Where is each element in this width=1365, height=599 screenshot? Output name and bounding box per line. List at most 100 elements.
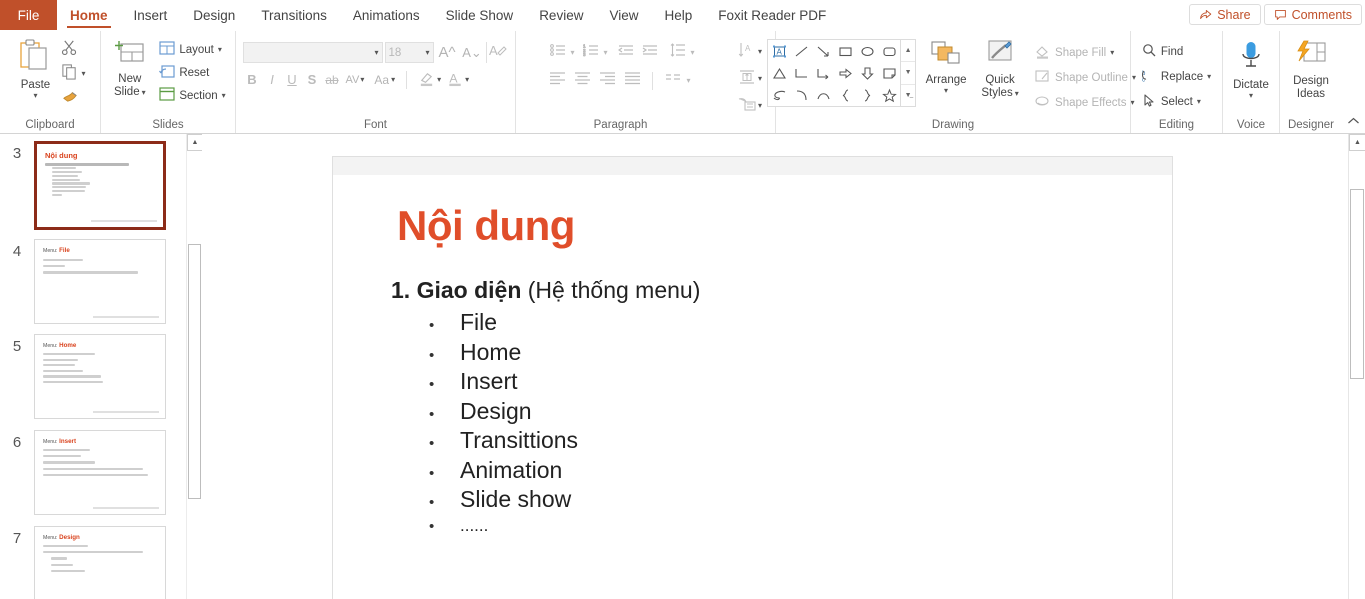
slide-heading[interactable]: 1. Giao diện (Hệ thống menu) [391,277,700,304]
slide-thumbnail-4[interactable]: 4 Menu: File [0,239,186,324]
new-slide-button[interactable]: New Slide ▾ [107,38,152,101]
underline-button[interactable]: U [283,72,302,87]
copy-button[interactable] [58,63,81,84]
paste-button[interactable]: Paste ▾ [14,37,56,101]
tab-slide-show[interactable]: Slide Show [433,0,527,30]
tab-review[interactable]: Review [526,0,596,30]
shape-down-arrow[interactable] [856,62,878,84]
section-button[interactable]: Section ▾ [156,85,228,106]
slide-thumbnail-4-canvas[interactable]: Menu: File [34,239,166,324]
justify-button[interactable] [621,70,644,91]
tab-insert[interactable]: Insert [121,0,181,30]
shape-right-arrow[interactable] [834,62,856,84]
font-name-input[interactable]: ▾ [242,42,383,63]
slide-title[interactable]: Nội dung [397,202,575,250]
line-spacing-button[interactable] [667,42,690,63]
chevron-down-icon[interactable]: ▾ [33,92,37,100]
shape-rounded-rectangle[interactable] [878,40,900,62]
thumbnail-pane-scrollbar[interactable]: ▲ [186,134,203,599]
chevron-down-icon[interactable]: ▾ [691,49,695,57]
change-case-button[interactable]: Aa ▾ [371,69,398,90]
tab-transitions[interactable]: Transitions [248,0,340,30]
shape-outline-button[interactable]: Shape Outline ▾ [1031,67,1139,88]
shape-line[interactable] [790,40,812,62]
increase-indent-button[interactable] [639,42,662,63]
italic-button[interactable]: I [263,72,282,87]
bullets-button[interactable] [546,42,569,63]
slide-thumbnail-5[interactable]: 5 Menu: Home [0,334,186,419]
shape-arc[interactable] [812,84,834,106]
chevron-down-icon[interactable]: ▾ [391,76,395,84]
strikethrough-button[interactable]: ab [323,73,342,87]
slide-thumbnail-3[interactable]: 3 Nội dung [0,141,186,230]
collapse-ribbon-button[interactable] [1347,113,1360,131]
chevron-down-icon[interactable]: ▾ [1197,98,1201,106]
shape-scribble[interactable] [768,84,790,106]
chevron-down-icon[interactable]: ▾ [1207,73,1211,81]
chevron-down-icon[interactable]: ▾ [218,46,222,54]
dictate-button[interactable]: Dictate ▾ [1229,38,1273,101]
shape-elbow-connector[interactable] [790,62,812,84]
text-highlight-button[interactable]: ▾ [415,69,444,90]
shapes-gallery-scrollbar[interactable]: ▲ ▼ ▼̲ [900,40,916,106]
shapes-scroll-up-button[interactable]: ▲ [901,40,915,61]
chevron-down-icon[interactable]: ▾ [222,92,226,100]
canvas-scroll-up-button[interactable]: ▲ [1349,134,1365,151]
thumbnail-scrollbar-thumb[interactable] [188,244,201,499]
quick-styles-button[interactable]: Quick Styles ▾ [976,39,1024,102]
shapes-more-button[interactable]: ▼̲ [901,83,916,106]
shape-arrow[interactable] [812,40,834,62]
chevron-down-icon[interactable]: ▾ [1015,90,1019,98]
cut-button[interactable] [58,39,81,60]
shape-curve-down[interactable] [790,84,812,106]
shape-oval[interactable] [856,40,878,62]
slide-thumbnail-6-canvas[interactable]: Menu: Insert [34,430,166,515]
comments-button[interactable]: Comments [1263,4,1362,25]
arrange-button[interactable]: Arrange ▾ [923,39,969,96]
shapes-gallery[interactable]: A ▲ ▼ ▼ [767,39,917,107]
reset-button[interactable]: Reset [156,62,228,83]
shapes-scroll-down-button[interactable]: ▼ [901,61,916,83]
design-ideas-button[interactable]: Design Ideas [1289,38,1333,103]
slide-thumbnail-pane[interactable]: 3 Nội dung 4 Menu: File 5 Menu: Home 6 M… [0,134,186,599]
shape-folded-corner[interactable] [878,62,900,84]
shape-elbow-arrow-connector[interactable] [812,62,834,84]
chevron-down-icon[interactable]: ▾ [465,76,469,84]
share-button[interactable]: Share [1189,4,1261,25]
chevron-down-icon[interactable]: ▾ [570,49,574,57]
chevron-down-icon[interactable]: ▾ [1249,92,1253,100]
align-left-button[interactable] [546,70,569,91]
slide-thumbnail-6[interactable]: 6 Menu: Insert [0,430,186,515]
format-painter-button[interactable] [58,87,81,108]
shape-left-brace[interactable] [834,84,856,106]
chevron-down-icon[interactable]: ▾ [1110,49,1114,57]
chevron-down-icon[interactable]: ▾ [425,49,429,57]
shape-star[interactable] [878,84,900,106]
align-right-button[interactable] [596,70,619,91]
decrease-font-size-button[interactable]: A⌄ [461,42,484,63]
shape-textbox[interactable]: A [768,40,790,62]
chevron-down-icon[interactable]: ▾ [142,89,146,97]
tab-file[interactable]: File [0,0,57,30]
chevron-down-icon[interactable]: ▾ [686,77,690,85]
character-spacing-button[interactable]: AV ▾ [343,69,368,90]
align-center-button[interactable] [571,70,594,91]
chevron-down-icon[interactable]: ▾ [603,49,607,57]
chevron-down-icon[interactable]: ▾ [360,76,364,84]
shape-right-brace[interactable] [856,84,878,106]
slide-thumbnail-3-canvas[interactable]: Nội dung [34,141,166,230]
slide-bullet-list[interactable]: • File • Home • Insert • Design • Transittion… [429,309,578,545]
tab-help[interactable]: Help [651,0,705,30]
tab-animations[interactable]: Animations [340,0,433,30]
thumbnail-scroll-up-button[interactable]: ▲ [187,134,203,151]
canvas-scrollbar-thumb[interactable] [1350,189,1364,379]
shape-effects-button[interactable]: Shape Effects ▾ [1031,92,1139,113]
font-color-button[interactable]: A ▾ [445,69,472,90]
current-slide[interactable]: Nội dung 1. Giao diện (Hệ thống menu) • F… [332,156,1173,599]
increase-font-size-button[interactable]: A^ [436,42,459,63]
tab-home[interactable]: Home [57,0,121,30]
columns-button[interactable] [661,70,684,91]
text-shadow-button[interactable]: S [303,72,322,87]
slide-thumbnail-5-canvas[interactable]: Menu: Home [34,334,166,419]
chevron-down-icon[interactable]: ▾ [374,49,378,57]
